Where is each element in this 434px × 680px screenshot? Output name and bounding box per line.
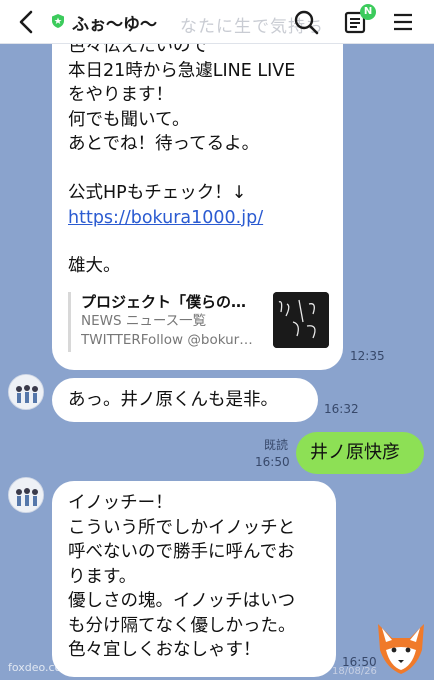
- avatar[interactable]: [8, 374, 44, 410]
- menu-icon[interactable]: [390, 8, 418, 36]
- fox-logo-icon: [372, 620, 430, 676]
- back-arrow-icon[interactable]: [14, 8, 40, 36]
- link-preview-card[interactable]: プロジェクト「僕らの… NEWS ニュース一覧 TWITTERFollow @b…: [68, 291, 329, 352]
- chat-header: なたに生で気持ち ふぉ〜ゆ〜 N: [0, 0, 434, 44]
- message-time: 12:35: [350, 349, 385, 363]
- message-time: 16:32: [324, 402, 359, 416]
- preview-description: TWITTERFollow @bokur…: [81, 331, 253, 348]
- preview-subtitle: NEWS ニュース一覧: [81, 312, 207, 329]
- message-text: 井ノ原快彦: [310, 442, 400, 463]
- chat-title: ふぉ〜ゆ〜: [72, 15, 157, 35]
- read-receipt: 既読: [264, 438, 289, 452]
- message-signature: 雄大。: [68, 256, 121, 276]
- message-text: イノッチー！ こういう所でしかイノッチと 呼べないので勝手に呼んでお ります。 …: [68, 493, 296, 660]
- preview-title: プロジェクト「僕らの…: [81, 292, 247, 311]
- date-stamp: 18/08/26: [332, 666, 377, 677]
- search-icon[interactable]: [292, 8, 320, 36]
- message-text: 色々伝えたいので 本日21時から急遽LINE LIVE をやります！ 何でも聞い…: [68, 36, 296, 203]
- message-bubble-incoming[interactable]: あっ。井ノ原くんも是非。: [52, 378, 318, 422]
- shield-status-icon: [50, 13, 66, 29]
- message-bubble-incoming[interactable]: イノッチー！ こういう所でしかイノッチと 呼べないので勝手に呼んでお ります。 …: [52, 481, 336, 677]
- message-text: あっ。井ノ原くんも是非。: [68, 390, 278, 410]
- preview-thumbnail: [273, 291, 329, 348]
- watermark-text: foxdeo.com/@ghostpreviews: [8, 661, 167, 674]
- message-bubble-incoming[interactable]: 色々伝えたいので 本日21時から急遽LINE LIVE をやります！ 何でも聞い…: [52, 20, 343, 370]
- message-bubble-outgoing[interactable]: 井ノ原快彦: [296, 432, 424, 474]
- new-badge: N: [360, 4, 376, 20]
- message-link[interactable]: https://bokura1000.jp/: [68, 206, 327, 231]
- message-time: 16:50: [255, 455, 290, 469]
- avatar[interactable]: [8, 477, 44, 513]
